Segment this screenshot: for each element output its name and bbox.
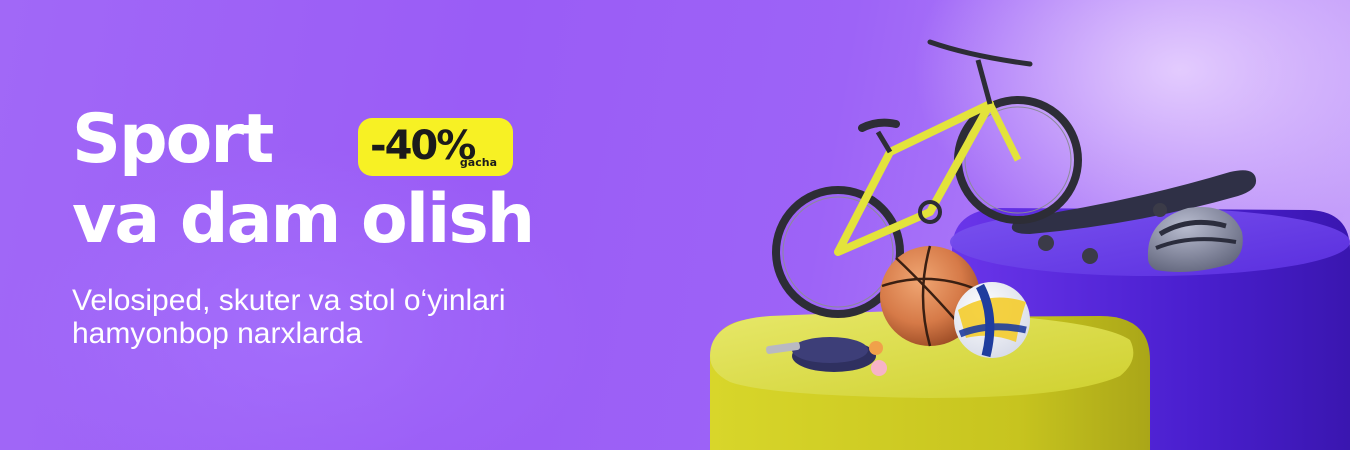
- banner-subtitle: Velosiped, skuter va stol o‘yinlari hamy…: [72, 284, 506, 350]
- subtitle-line-1: Velosiped, skuter va stol o‘yinlari: [72, 284, 506, 317]
- discount-suffix: gacha: [459, 156, 497, 169]
- sports-illustration: [710, 39, 1350, 450]
- discount-badge: -40% gacha: [358, 118, 513, 176]
- subtitle-line-2: hamyonbop narxlarda: [72, 317, 363, 350]
- volleyball: [954, 282, 1030, 358]
- title-line-rest: va dam olish: [72, 180, 535, 259]
- promo-banner[interactable]: Sport va dam olish -40% gacha Velosiped,…: [0, 0, 1350, 450]
- discount-value: -40%: [370, 123, 476, 169]
